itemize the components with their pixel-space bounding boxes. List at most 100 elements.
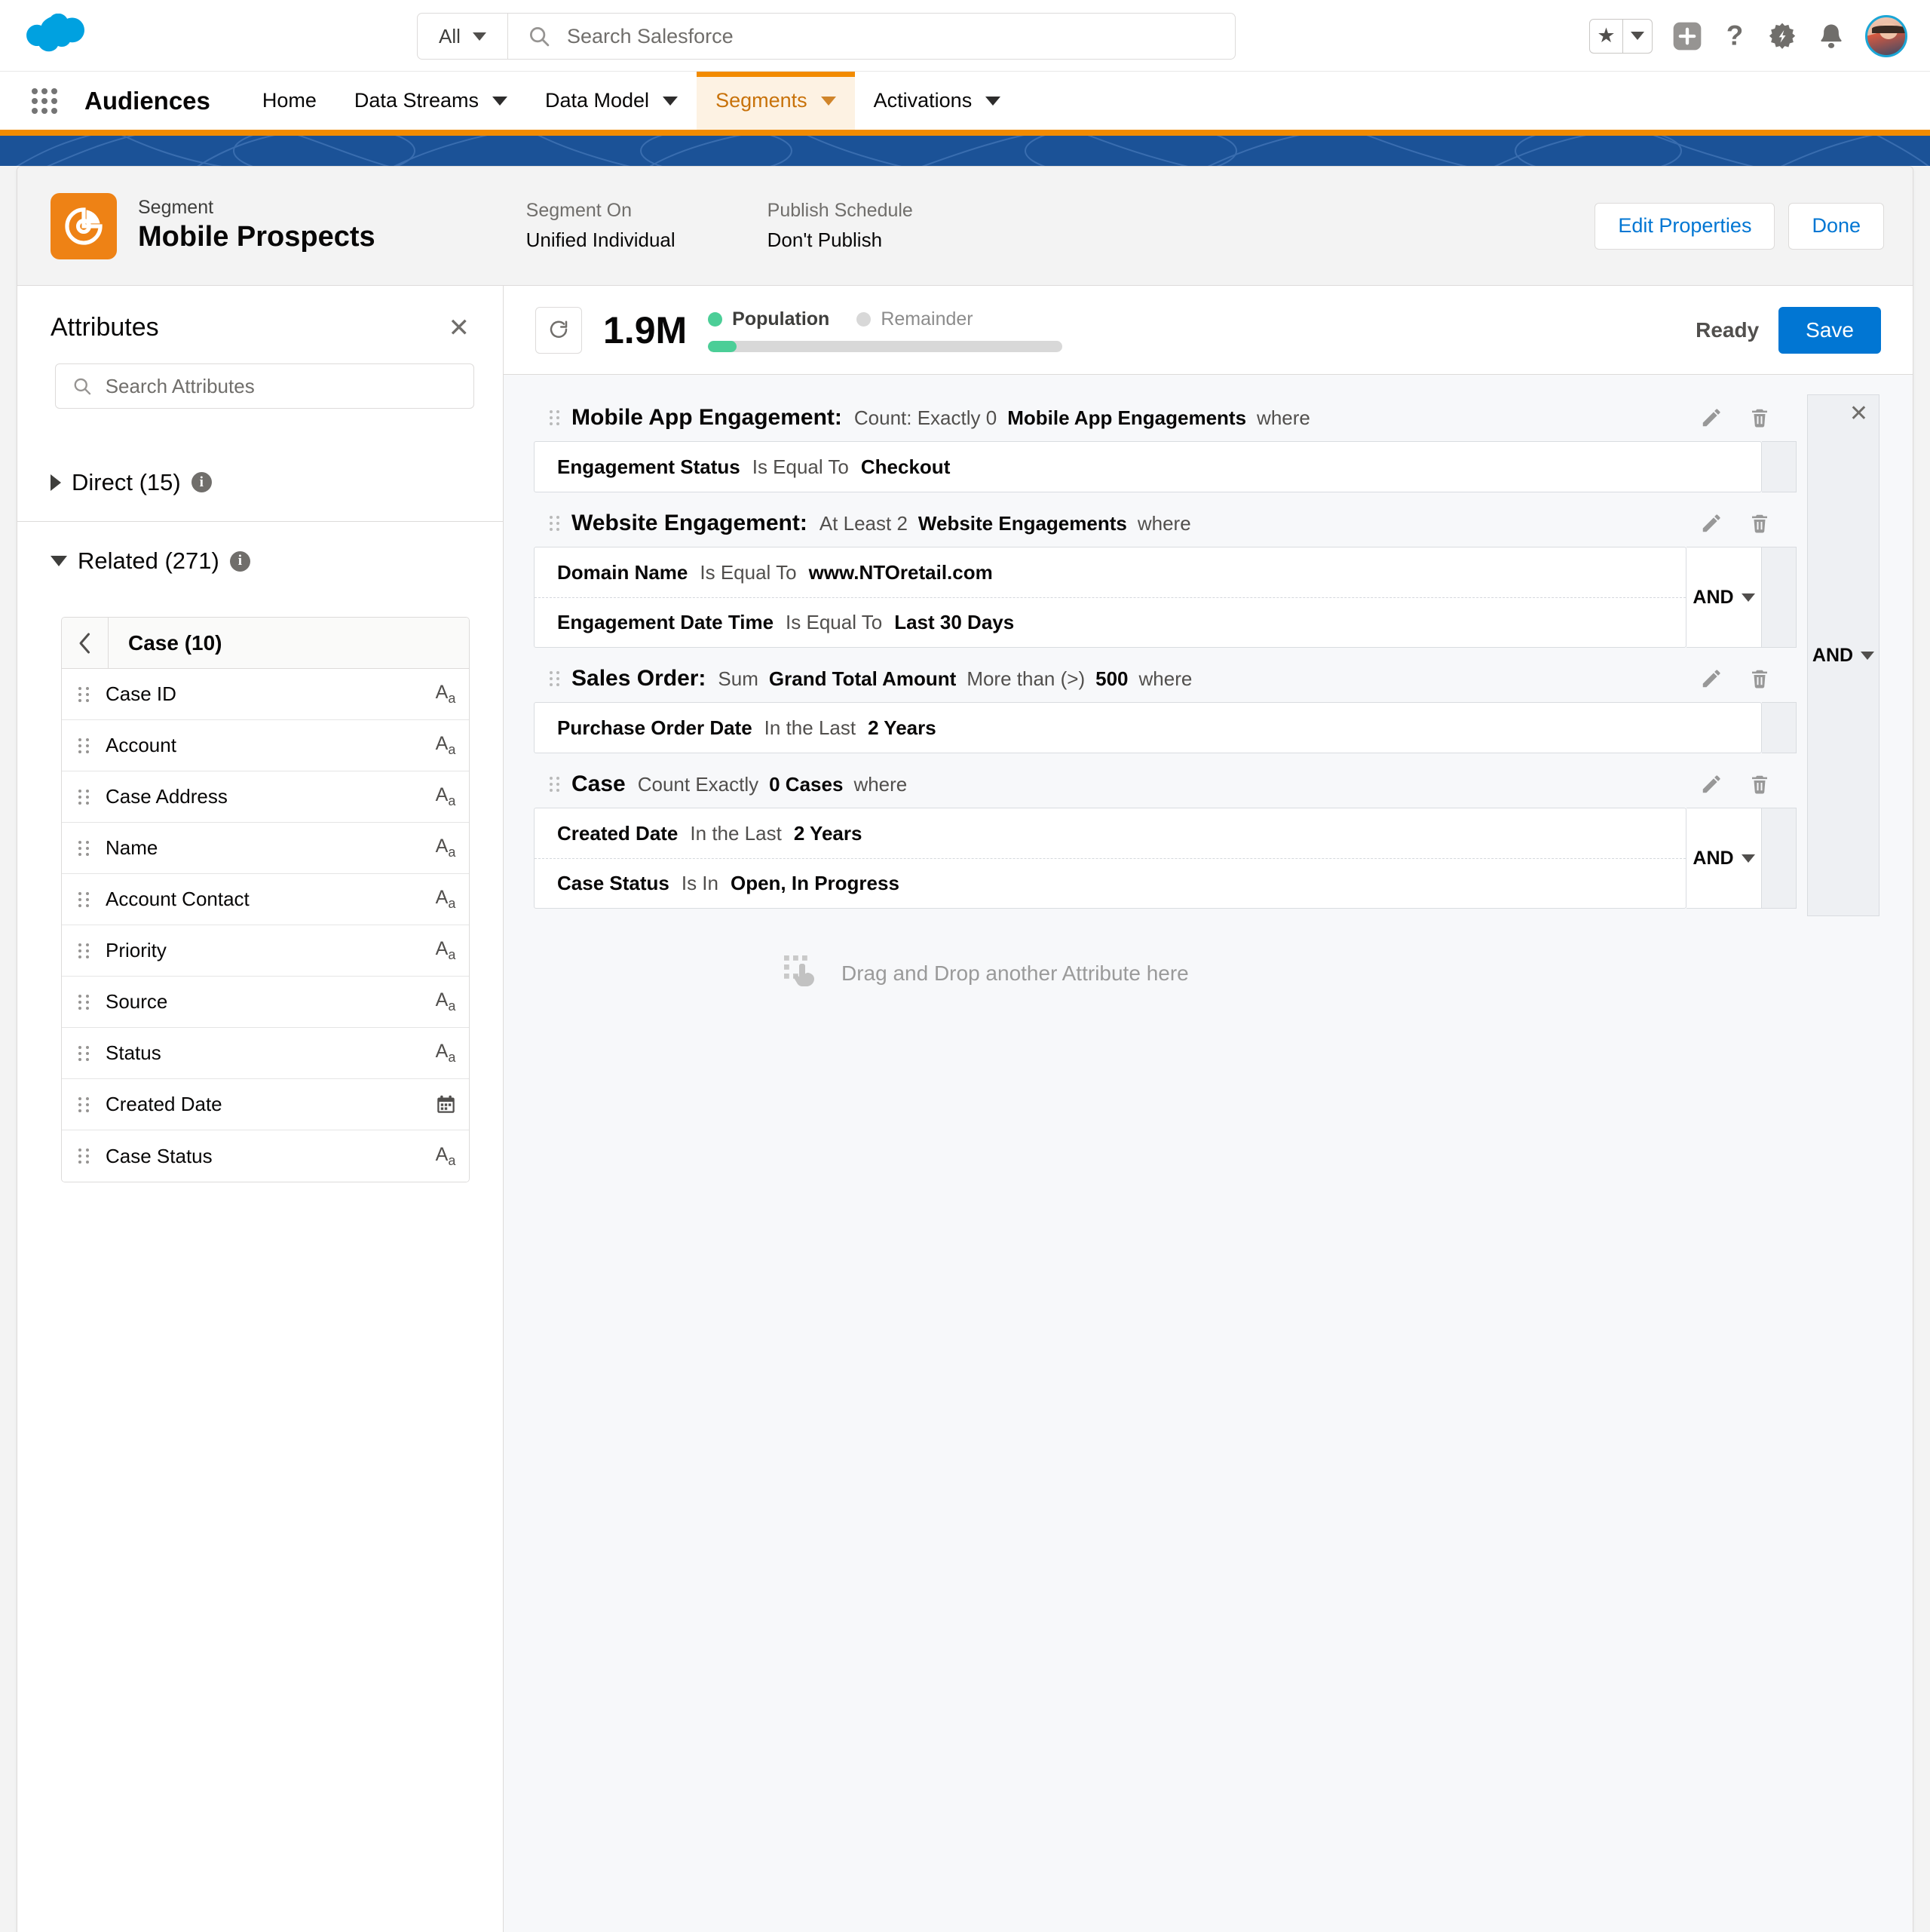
record-type-label: Segment — [138, 196, 375, 219]
outer-operator-label: AND — [1812, 645, 1853, 667]
drag-handle-icon[interactable] — [543, 671, 565, 686]
condition-value: Open, In Progress — [731, 872, 899, 895]
condition-row[interactable]: Engagement StatusIs Equal ToCheckout — [535, 442, 1761, 492]
edit-pencil-icon[interactable] — [1700, 667, 1723, 690]
inner-logic-operator[interactable]: AND — [1686, 547, 1762, 648]
drag-handle-icon[interactable] — [62, 841, 106, 856]
condition-row[interactable]: Case StatusIs InOpen, In Progress — [535, 858, 1686, 908]
search-attributes-box[interactable] — [55, 363, 474, 409]
attribute-row[interactable]: Case IDAa — [62, 669, 469, 720]
drag-handle-icon[interactable] — [543, 516, 565, 531]
delete-trash-icon[interactable] — [1748, 667, 1771, 690]
app-launcher-icon[interactable] — [32, 88, 57, 114]
attribute-row[interactable]: Case StatusAa — [62, 1130, 469, 1182]
condition-operator: Is In — [682, 872, 718, 895]
close-icon[interactable]: ✕ — [449, 315, 470, 341]
nav-item-data-streams[interactable]: Data Streams — [335, 72, 526, 130]
sidebar-title: Attributes — [51, 313, 159, 342]
attribute-label: Status — [106, 1041, 422, 1065]
help-icon[interactable]: ? — [1722, 21, 1748, 51]
drag-handle-icon[interactable] — [62, 687, 106, 702]
favorites-star-icon[interactable]: ★ — [1590, 20, 1623, 53]
refresh-icon[interactable] — [535, 307, 582, 354]
info-icon[interactable]: i — [230, 551, 250, 572]
condition-field: Domain Name — [557, 561, 688, 584]
salesforce-cloud-logo[interactable] — [24, 14, 86, 57]
attribute-row[interactable]: NameAa — [62, 823, 469, 874]
search-input-wrapper[interactable]: Search Salesforce — [508, 14, 1235, 59]
inner-logic-operator[interactable]: AND — [1686, 808, 1762, 909]
attribute-label: Case Address — [106, 785, 422, 808]
delete-trash-icon[interactable] — [1748, 406, 1771, 429]
notifications-bell-icon[interactable] — [1817, 21, 1846, 51]
drag-handle-icon[interactable] — [62, 790, 106, 805]
drag-drop-icon — [783, 954, 822, 993]
drag-handle-icon[interactable] — [62, 738, 106, 753]
workspace: Segment Mobile Prospects Segment On Unif… — [0, 166, 1930, 1932]
delete-trash-icon[interactable] — [1748, 512, 1771, 535]
chevron-left-icon[interactable] — [62, 618, 109, 668]
nav-item-activations[interactable]: Activations — [855, 72, 1020, 130]
attribute-row[interactable]: AccountAa — [62, 720, 469, 771]
segment-record-header: Segment Mobile Prospects Segment On Unif… — [17, 167, 1913, 286]
condition-operator: In the Last — [690, 822, 781, 845]
close-icon[interactable]: ✕ — [1849, 403, 1868, 425]
done-button[interactable]: Done — [1788, 203, 1884, 250]
attribute-label: Case ID — [106, 682, 422, 706]
search-scope-selector[interactable]: All — [418, 14, 508, 59]
attribute-group-related[interactable]: Related (271) i — [17, 522, 503, 600]
attribute-row[interactable]: Account ContactAa — [62, 874, 469, 925]
condition-row[interactable]: Created DateIn the Last2 Years — [535, 808, 1686, 858]
nav-item-segments[interactable]: Segments — [697, 72, 855, 130]
global-search[interactable]: All Search Salesforce — [417, 13, 1236, 60]
edit-pencil-icon[interactable] — [1700, 512, 1723, 535]
drag-handle-icon[interactable] — [62, 1148, 106, 1164]
edit-pencil-icon[interactable] — [1700, 773, 1723, 796]
nav-item-home[interactable]: Home — [244, 72, 335, 130]
rule-actions — [1700, 667, 1797, 690]
group-label: Related (271) — [78, 547, 219, 575]
drag-handle-icon[interactable] — [62, 1046, 106, 1061]
attribute-row[interactable]: StatusAa — [62, 1028, 469, 1079]
search-input[interactable]: Search Salesforce — [567, 25, 734, 48]
search-attributes-input[interactable] — [106, 375, 473, 398]
info-icon[interactable]: i — [191, 472, 212, 492]
attribute-group-direct[interactable]: Direct (15) i — [17, 443, 503, 522]
rule-expression: Count Exactly0 Caseswhere — [638, 773, 908, 796]
search-icon — [72, 376, 92, 397]
condition-row[interactable]: Purchase Order DateIn the Last2 Years — [535, 703, 1761, 753]
nav-item-label: Segments — [715, 89, 807, 112]
condition-value: Last 30 Days — [894, 611, 1014, 634]
nav-item-data-model[interactable]: Data Model — [526, 72, 697, 130]
expression-token: Count Exactly — [638, 773, 758, 796]
rule-gutter — [1762, 441, 1797, 492]
add-icon[interactable] — [1672, 21, 1702, 51]
attribute-row[interactable]: Case AddressAa — [62, 771, 469, 823]
condition-row[interactable]: Engagement Date TimeIs Equal ToLast 30 D… — [535, 597, 1686, 647]
outer-logic-operator[interactable]: AND — [1812, 645, 1874, 667]
save-button[interactable]: Save — [1778, 307, 1881, 354]
drag-handle-icon[interactable] — [62, 892, 106, 907]
delete-trash-icon[interactable] — [1748, 773, 1771, 796]
edit-properties-button[interactable]: Edit Properties — [1595, 203, 1775, 250]
attribute-row[interactable]: SourceAa — [62, 977, 469, 1028]
edit-pencil-icon[interactable] — [1700, 406, 1723, 429]
chevron-down-icon — [663, 97, 678, 106]
drag-handle-icon[interactable] — [62, 943, 106, 958]
drag-handle-icon[interactable] — [62, 1097, 106, 1112]
drag-handle-icon[interactable] — [62, 995, 106, 1010]
attribute-dropzone[interactable]: Drag and Drop another Attribute here — [783, 954, 1913, 993]
favorites-button-group[interactable]: ★ — [1589, 19, 1653, 54]
page-title: Mobile Prospects — [138, 219, 375, 256]
drag-handle-icon[interactable] — [543, 410, 565, 425]
setup-gear-icon[interactable] — [1767, 21, 1797, 51]
favorites-caret-icon[interactable] — [1623, 20, 1652, 53]
user-avatar[interactable] — [1865, 15, 1907, 57]
rule-gutter — [1762, 808, 1797, 909]
drag-handle-icon[interactable] — [543, 777, 565, 792]
text-type-icon: Aa — [422, 938, 469, 963]
attribute-row[interactable]: Created Date — [62, 1079, 469, 1130]
condition-group: Purchase Order DateIn the Last2 Years — [534, 702, 1762, 753]
attribute-row[interactable]: PriorityAa — [62, 925, 469, 977]
condition-row[interactable]: Domain NameIs Equal Towww.NTOretail.com — [535, 547, 1686, 597]
